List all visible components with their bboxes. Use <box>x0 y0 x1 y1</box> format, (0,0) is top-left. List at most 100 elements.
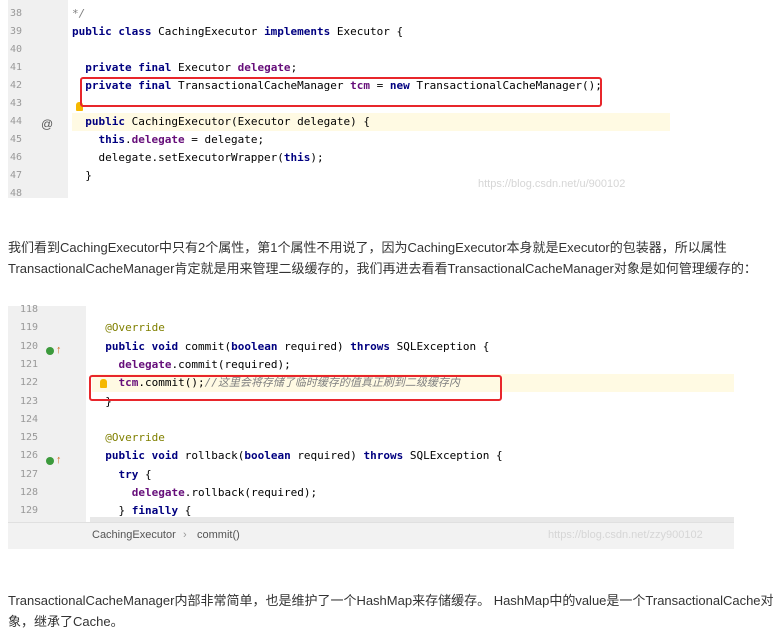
watermark: https://blog.csdn.net/zzy900102 <box>548 529 703 541</box>
line-number: 47 <box>10 170 23 181</box>
code-token: required) <box>297 449 364 463</box>
code-text: public class CachingExecutor implements … <box>72 23 403 41</box>
code-token: throws <box>363 449 410 463</box>
code-line: 41 private final Executor delegate; <box>8 59 670 77</box>
code-token: { <box>184 504 192 518</box>
code-line: 44 public CachingExecutor(Executor deleg… <box>8 113 670 131</box>
code-line: 125 @Override <box>8 429 734 447</box>
up-arrow-icon: ↑ <box>56 344 62 356</box>
code-line: 118 <box>8 301 734 319</box>
code-text: } <box>72 167 92 185</box>
code-token: @Override <box>92 431 165 445</box>
code-text: private final Executor delegate; <box>72 59 297 77</box>
line-number: 120 <box>20 340 39 352</box>
line-number: 121 <box>20 358 39 370</box>
code-token: ; <box>290 61 298 74</box>
code-token: commit( <box>184 339 232 353</box>
code-token: throws <box>350 339 397 353</box>
code-token: SQLException { <box>409 449 503 463</box>
code-line: 126 public void rollback(boolean require… <box>8 447 734 465</box>
code-text: @Override <box>92 319 165 337</box>
code-token: boolean <box>244 449 298 463</box>
line-number: 43 <box>10 98 23 109</box>
override-at-icon: @ <box>41 117 54 131</box>
line-number: 38 <box>10 8 23 19</box>
code-token: delegate <box>237 61 291 74</box>
line-number: 45 <box>10 134 23 145</box>
line-number: 124 <box>20 413 39 425</box>
code-line: 40 <box>8 41 670 59</box>
code-token: } <box>92 504 132 518</box>
code-line: 46 delegate.setExecutorWrapper(this); <box>8 149 670 167</box>
code-token: this <box>283 151 311 164</box>
line-number: 123 <box>20 395 39 407</box>
line-number: 127 <box>20 468 39 480</box>
code-text: try { <box>92 466 151 484</box>
code-token: public void <box>92 339 185 353</box>
code-token: . <box>124 133 132 146</box>
code-token: this <box>72 133 125 146</box>
breadcrumb-separator: › <box>183 529 187 541</box>
line-number: 125 <box>20 432 39 444</box>
code-line: 121 delegate.commit(required); <box>8 356 734 374</box>
line-number: 42 <box>10 80 23 91</box>
line-number: 39 <box>10 26 23 37</box>
line-number: 129 <box>20 505 39 517</box>
implements-icon <box>46 347 54 355</box>
code-token: SQLException { <box>396 339 490 353</box>
code-text: delegate.rollback(required); <box>92 484 317 502</box>
code-token: try <box>92 467 145 481</box>
code-line: 38 */ <box>8 5 670 23</box>
line-number: 119 <box>20 322 39 334</box>
code-text: delegate.commit(required); <box>92 356 291 374</box>
code-token: .commit(required); <box>171 357 291 371</box>
code-token: rollback( <box>184 449 245 463</box>
code-token: delegate.setExecutorWrapper( <box>72 151 284 164</box>
code-text: public void commit(boolean required) thr… <box>92 338 489 356</box>
line-number: 41 <box>10 62 23 73</box>
breadcrumb-bar: CachingExecutor › commit() https://blog.… <box>8 522 734 549</box>
code-text: @Override <box>92 429 165 447</box>
code-line: 127 try { <box>8 466 734 484</box>
code-screenshot-commit: 118 119 @Override 120 public void commit(b… <box>8 304 734 549</box>
paragraph-1: 我们看到CachingExecutor中只有2个属性，第1个属性不用说了，因为C… <box>8 240 757 276</box>
code-text: this.delegate = delegate; <box>72 131 264 149</box>
line-number: 48 <box>10 188 23 199</box>
line-number: 122 <box>20 377 39 389</box>
code-line: 124 <box>8 411 734 429</box>
line-number: 128 <box>20 487 39 498</box>
code-token: (Executor delegate) { <box>230 115 371 128</box>
code-token: public void <box>92 449 185 463</box>
code-token: boolean <box>231 339 285 353</box>
breadcrumb-method[interactable]: commit() <box>197 529 240 541</box>
code-token: } <box>72 169 92 182</box>
breadcrumb-class[interactable]: CachingExecutor <box>92 529 176 541</box>
line-number: 118 <box>20 304 39 315</box>
code-line: 45 this.delegate = delegate; <box>8 131 670 149</box>
paragraph-2: TransactionalCacheManager内部非常简单，也是维护了一个H… <box>8 593 774 629</box>
code-token: public <box>72 115 132 128</box>
code-text: delegate.setExecutorWrapper(this); <box>72 149 324 167</box>
watermark: https://blog.csdn.net/u/900102 <box>478 178 626 190</box>
code-token: private final <box>72 61 178 74</box>
code-line: 119 @Override <box>8 319 734 337</box>
code-token: .rollback(required); <box>184 486 318 499</box>
code-line: 128 delegate.rollback(required); <box>8 484 734 502</box>
code-token: delegate <box>131 133 185 146</box>
code-token: Executor <box>177 61 238 74</box>
code-token: CachingExecutor <box>131 115 231 128</box>
code-token: */ <box>72 7 86 20</box>
code-token: public class <box>72 25 159 38</box>
code-text: */ <box>72 5 85 23</box>
line-number: 40 <box>10 44 23 55</box>
code-text: public CachingExecutor(Executor delegate… <box>72 113 370 131</box>
code-token: ); <box>310 151 324 164</box>
up-arrow-icon: ↑ <box>56 454 62 466</box>
code-text: public void rollback(boolean required) t… <box>92 447 503 465</box>
code-line: 39 public class CachingExecutor implement… <box>8 23 670 41</box>
code-screenshot-caching-executor: 38 */ 39 public class CachingExecutor imple… <box>8 0 670 199</box>
implements-icon <box>46 457 54 465</box>
code-token: = delegate; <box>184 133 265 146</box>
code-token: required) <box>284 339 351 353</box>
line-number: 126 <box>20 450 39 462</box>
